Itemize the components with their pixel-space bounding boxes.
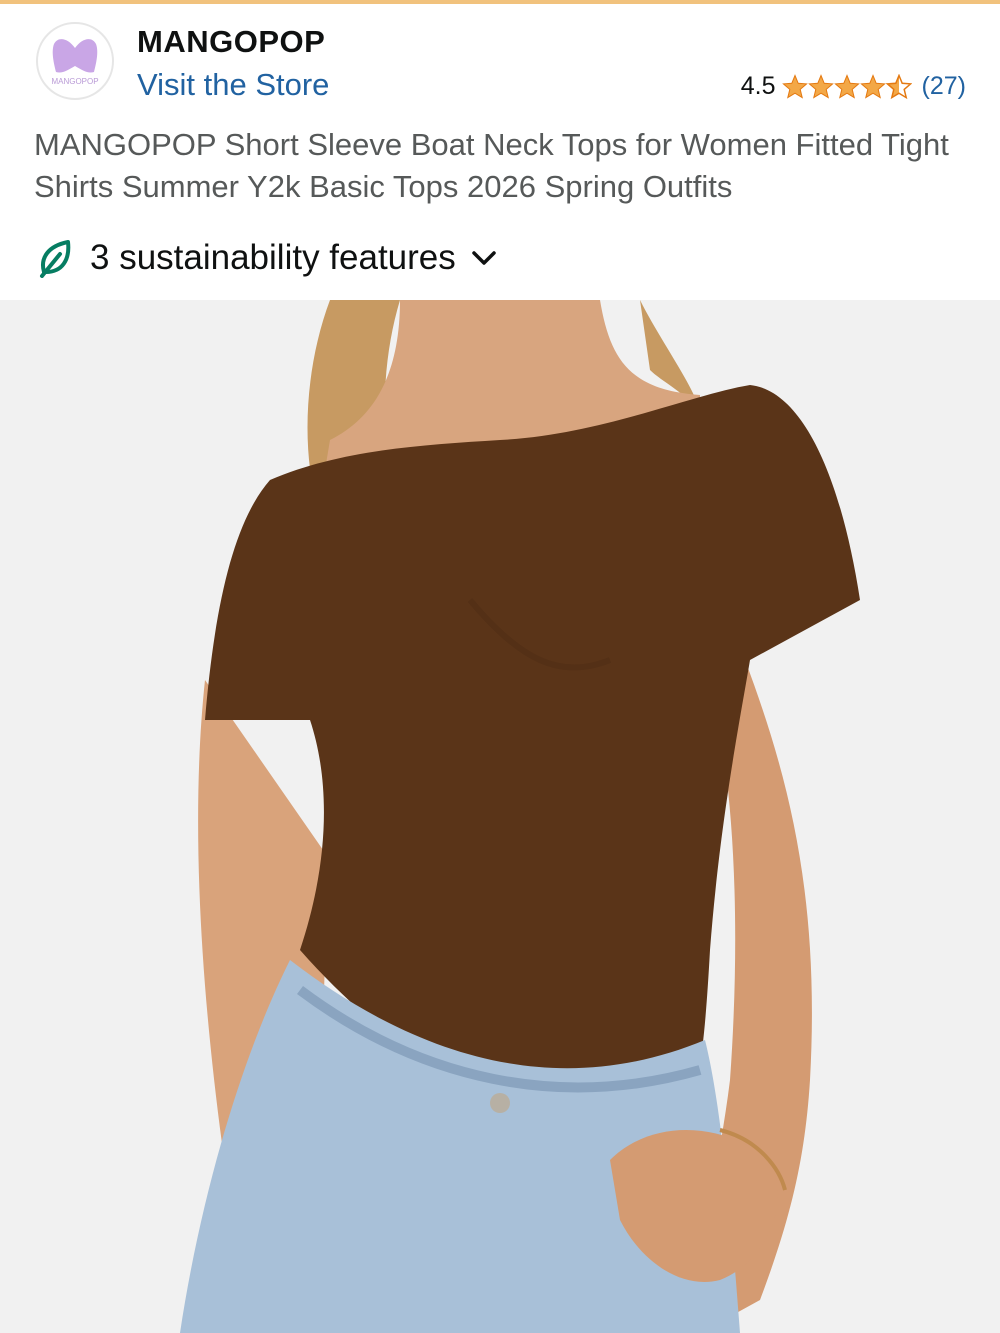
rating-stars xyxy=(782,74,912,100)
star-rating-icon xyxy=(782,74,911,98)
product-photo-illustration xyxy=(0,300,1000,1333)
leaf-icon xyxy=(40,240,71,278)
rating-count-link[interactable]: (27) xyxy=(922,72,966,101)
mango-logo-icon: MANGOPOP xyxy=(51,39,99,86)
brand-logo[interactable]: MANGOPOP xyxy=(36,22,114,100)
rating-value: 4.5 xyxy=(740,72,776,100)
top-accent-line xyxy=(0,0,1000,4)
sustainability-label: 3 sustainability features xyxy=(90,238,456,277)
rating-summary[interactable]: 4.5 (27) xyxy=(741,72,966,101)
sustainability-features-toggle[interactable]: 3 sustainability features xyxy=(38,238,498,278)
brand-name[interactable]: MANGOPOP xyxy=(137,24,325,60)
chevron-down-icon xyxy=(472,251,496,265)
visit-store-link[interactable]: Visit the Store xyxy=(137,67,329,103)
product-title: MANGOPOP Short Sleeve Boat Neck Tops for… xyxy=(34,127,949,204)
product-photo[interactable] xyxy=(0,300,1000,1333)
logo-text: MANGOPOP xyxy=(51,77,98,86)
